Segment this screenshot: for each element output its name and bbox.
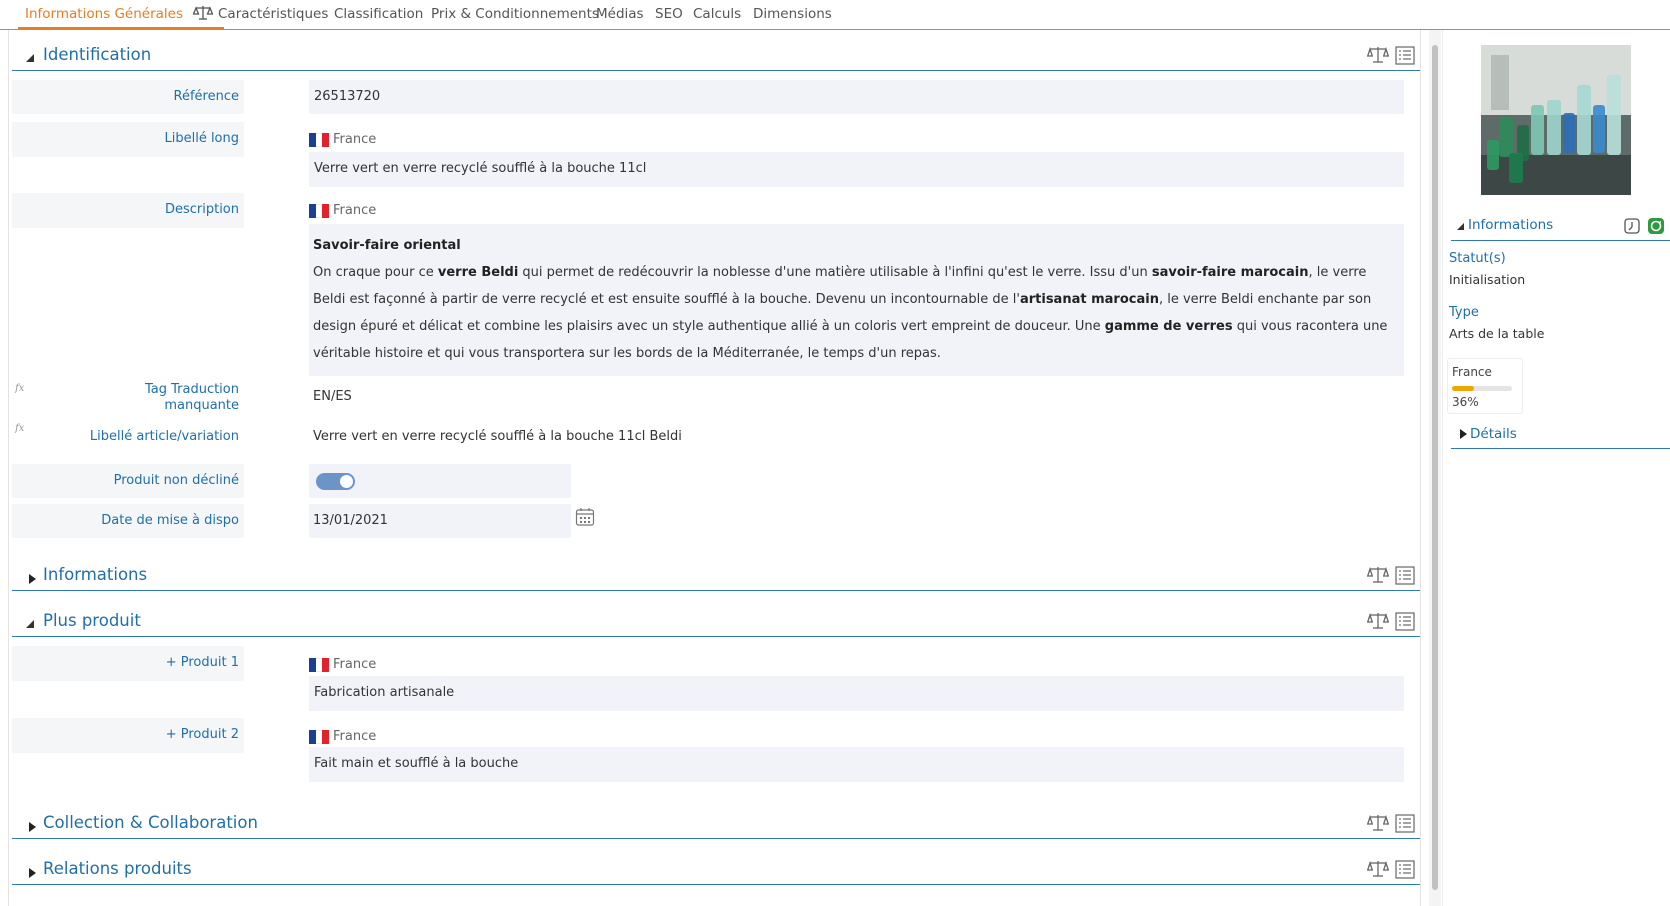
- tag-traduction-value: EN/ES: [313, 389, 352, 404]
- field-label-reference: Référence: [12, 80, 244, 114]
- tab-medias[interactable]: Médias: [596, 6, 644, 22]
- tab-calculs[interactable]: Calculs: [693, 6, 741, 22]
- expand-icon[interactable]: [29, 822, 36, 832]
- collapse-icon[interactable]: [26, 620, 34, 628]
- field-label-tag-traduction: Tag Traduction manquante: [144, 382, 239, 413]
- tab-prix-conditionnements[interactable]: Prix & Conditionnements: [431, 6, 599, 22]
- informations-panel-header[interactable]: Informations: [1451, 216, 1670, 241]
- locale-label: France: [333, 657, 377, 672]
- locale-label: France: [333, 729, 377, 744]
- libelle-article-value: Verre vert en verre recyclé soufflé à la…: [313, 429, 682, 444]
- scale-icon[interactable]: [1367, 813, 1389, 833]
- list-icon[interactable]: [1395, 566, 1415, 585]
- field-label-produit-2: + Produit 2: [12, 718, 244, 753]
- statut-label: Statut(s): [1449, 251, 1506, 266]
- scale-icon[interactable]: [1367, 611, 1389, 631]
- collapse-icon[interactable]: [26, 54, 34, 62]
- main-scrollbar[interactable]: [1429, 30, 1441, 906]
- tab-classification[interactable]: Classification: [334, 6, 423, 22]
- scale-icon[interactable]: [1367, 45, 1389, 65]
- section-title: Relations produits: [43, 859, 192, 878]
- france-flag-icon: [309, 204, 330, 218]
- collapse-icon[interactable]: [1457, 223, 1464, 230]
- france-flag-icon: [309, 133, 330, 147]
- tab-informations-generales[interactable]: Informations Générales: [25, 6, 183, 22]
- locale-label: France: [333, 203, 377, 218]
- section-title: Identification: [43, 45, 152, 64]
- produit-2-field[interactable]: Fait main et soufflé à la bouche: [309, 747, 1404, 782]
- field-label-produit-1: + Produit 1: [12, 646, 244, 681]
- section-title: Informations: [43, 565, 148, 584]
- field-label-date-mise-dispo: Date de mise à dispo: [12, 504, 244, 538]
- section-relations-header[interactable]: Relations produits: [12, 859, 1420, 885]
- field-label-produit-non-decline: Produit non décliné: [12, 464, 244, 498]
- scale-icon[interactable]: [1367, 565, 1389, 585]
- expand-icon[interactable]: [29, 574, 36, 584]
- produit-1-field[interactable]: Fabrication artisanale: [309, 676, 1404, 711]
- field-label-libelle-article: Libellé article/variation: [89, 429, 239, 444]
- calendar-icon[interactable]: [575, 507, 595, 527]
- expand-icon[interactable]: [1460, 429, 1467, 439]
- section-title: Plus produit: [43, 611, 141, 630]
- type-label: Type: [1449, 305, 1479, 320]
- locale-label: France: [333, 132, 377, 147]
- scale-icon[interactable]: [193, 4, 213, 22]
- list-icon[interactable]: [1395, 860, 1415, 879]
- date-mise-dispo-input[interactable]: 13/01/2021: [309, 504, 571, 538]
- france-flag-icon: [309, 730, 330, 744]
- panel-title: Informations: [1468, 217, 1554, 233]
- type-value: Arts de la table: [1449, 326, 1545, 341]
- libelle-long-field[interactable]: Verre vert en verre recyclé soufflé à la…: [309, 152, 1404, 187]
- france-flag-icon: [309, 658, 330, 672]
- completion-card[interactable]: France 36%: [1447, 358, 1523, 414]
- scale-icon[interactable]: [1367, 859, 1389, 879]
- product-image[interactable]: [1481, 45, 1631, 195]
- refresh-icon[interactable]: [1647, 217, 1665, 235]
- section-title: Collection & Collaboration: [43, 813, 258, 832]
- description-heading: Savoir-faire oriental: [313, 238, 461, 253]
- section-collection-header[interactable]: Collection & Collaboration: [12, 813, 1420, 839]
- description-field[interactable]: Savoir-faire oriental On craque pour ce …: [309, 224, 1404, 376]
- list-icon[interactable]: [1395, 46, 1415, 65]
- produit-non-decline-field: [309, 464, 571, 498]
- expand-icon[interactable]: [29, 868, 36, 878]
- history-icon[interactable]: [1623, 217, 1641, 235]
- tab-caracteristiques[interactable]: Caractéristiques: [218, 6, 328, 22]
- tab-seo[interactable]: SEO: [655, 6, 683, 22]
- section-identification-header[interactable]: Identification: [12, 45, 1420, 71]
- list-icon[interactable]: [1395, 612, 1415, 631]
- completion-locale: France: [1452, 365, 1492, 379]
- details-panel-header[interactable]: Détails: [1451, 424, 1670, 449]
- produit-non-decline-toggle[interactable]: [316, 473, 355, 490]
- section-informations-header[interactable]: Informations: [12, 565, 1420, 591]
- tab-dimensions[interactable]: Dimensions: [753, 6, 832, 22]
- description-text: On craque pour ce verre Beldi qui permet…: [313, 265, 1388, 361]
- reference-field[interactable]: 26513720: [309, 80, 1404, 114]
- panel-title: Détails: [1470, 426, 1517, 442]
- section-plus-produit-header[interactable]: Plus produit: [12, 611, 1420, 637]
- completion-progress-fill: [1452, 386, 1474, 391]
- statut-value: Initialisation: [1449, 272, 1526, 287]
- field-label-libelle-long: Libellé long: [12, 122, 244, 157]
- field-label-description: Description: [12, 193, 244, 228]
- completion-progress-bar: [1452, 386, 1512, 391]
- completion-percent: 36%: [1452, 395, 1479, 409]
- tab-bar: Informations Générales Caractéristiques …: [0, 0, 1670, 30]
- scrollbar-thumb[interactable]: [1432, 45, 1438, 890]
- list-icon[interactable]: [1395, 814, 1415, 833]
